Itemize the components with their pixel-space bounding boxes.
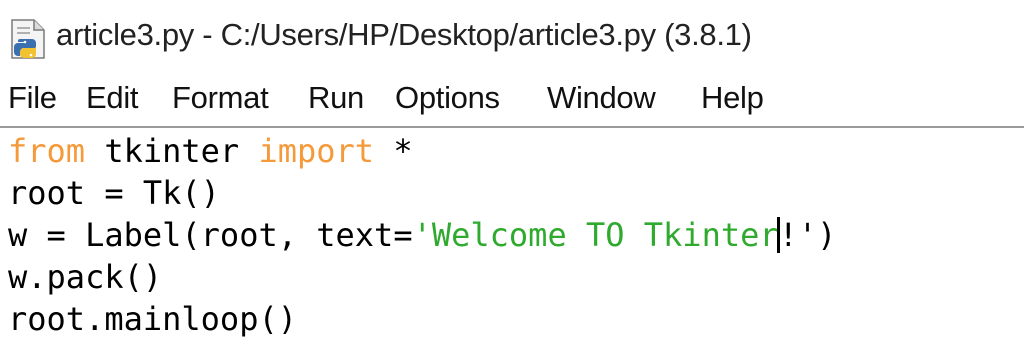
code-token: root.mainloop() bbox=[8, 300, 297, 338]
menu-help[interactable]: Help bbox=[701, 80, 764, 116]
code-line-4: w.pack() bbox=[8, 256, 162, 298]
code-token: !') bbox=[778, 216, 837, 254]
menu-run[interactable]: Run bbox=[308, 80, 364, 116]
menu-bar bbox=[0, 78, 1024, 126]
menu-edit[interactable]: Edit bbox=[86, 80, 139, 116]
menu-format[interactable]: Format bbox=[172, 80, 269, 116]
string-token: 'Welcome TO Tkinter bbox=[412, 216, 779, 254]
window-title: article3.py - C:/Users/HP/Desktop/articl… bbox=[56, 17, 752, 52]
code-line-3: w = Label(root, text='Welcome TO Tkinter… bbox=[8, 214, 836, 256]
code-line-1: from tkinter import * bbox=[8, 130, 413, 172]
code-line-2: root = Tk() bbox=[8, 172, 220, 214]
code-editor[interactable]: from tkinter import * root = Tk() w = La… bbox=[0, 128, 1024, 355]
code-token: root = Tk() bbox=[8, 174, 220, 212]
code-token: w = Label(root, text= bbox=[8, 216, 413, 254]
code-token: tkinter bbox=[85, 132, 259, 170]
code-line-5: root.mainloop() bbox=[8, 298, 297, 340]
code-token: w.pack() bbox=[8, 258, 163, 296]
python-file-icon bbox=[6, 17, 50, 61]
menu-window[interactable]: Window bbox=[547, 80, 656, 116]
title-bar: article3.py - C:/Users/HP/Desktop/articl… bbox=[0, 0, 1024, 78]
menu-options[interactable]: Options bbox=[395, 80, 500, 116]
menu-file[interactable]: File bbox=[8, 80, 57, 116]
code-token: * bbox=[374, 132, 413, 170]
keyword-token: import bbox=[258, 132, 375, 170]
keyword-token: from bbox=[8, 132, 86, 170]
idle-editor-window: article3.py - C:/Users/HP/Desktop/articl… bbox=[0, 0, 1024, 355]
